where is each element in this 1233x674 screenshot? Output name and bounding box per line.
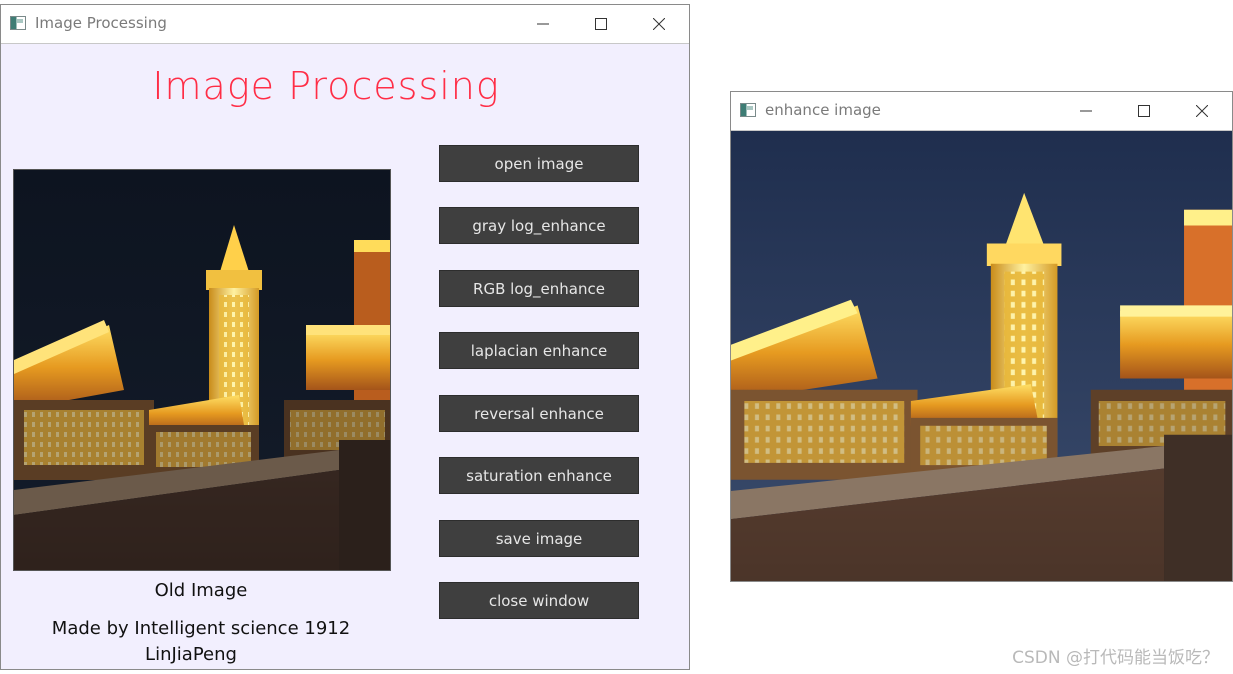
old-image (13, 169, 391, 571)
close-window-button[interactable]: close window (439, 582, 639, 619)
gray-log-enhance-button[interactable]: gray log_enhance (439, 207, 639, 244)
save-image-button[interactable]: save image (439, 520, 639, 557)
saturation-enhance-button[interactable]: saturation enhance (439, 457, 639, 494)
close-icon (1196, 105, 1208, 117)
maximize-icon (595, 18, 607, 30)
enhance-minimize-button[interactable] (1061, 92, 1111, 130)
credit-line-2: LinJiaPeng (145, 644, 237, 665)
enhance-image-photo (731, 131, 1232, 581)
main-window: Image Processing Image Processing Old Im… (0, 4, 690, 670)
page-title: Image Processing (152, 64, 500, 108)
app-window-icon (10, 16, 26, 30)
enhance-maximize-button[interactable] (1119, 92, 1169, 130)
minimize-icon (1080, 110, 1092, 112)
minimize-button[interactable] (518, 5, 568, 43)
reversal-enhance-button[interactable]: reversal enhance (439, 395, 639, 432)
enhance-window-titlebar[interactable]: enhance image (731, 92, 1232, 131)
open-image-button[interactable]: open image (439, 145, 639, 182)
enhance-close-button[interactable] (1177, 92, 1227, 130)
maximize-button[interactable] (576, 5, 626, 43)
enhance-window: enhance image (730, 91, 1233, 582)
laplacian-enhance-button[interactable]: laplacian enhance (439, 332, 639, 369)
minimize-icon (537, 23, 549, 25)
enhance-window-icon (740, 103, 756, 117)
rgb-log-enhance-button[interactable]: RGB log_enhance (439, 270, 639, 307)
credit-line-1: Made by Intelligent science 1912 (51, 618, 351, 639)
main-window-titlebar[interactable]: Image Processing (1, 5, 689, 44)
old-image-photo (14, 170, 390, 570)
enhance-window-title: enhance image (765, 101, 881, 119)
close-button[interactable] (634, 5, 684, 43)
main-window-title: Image Processing (35, 14, 167, 32)
enhance-image (731, 131, 1232, 581)
main-window-client: Image Processing Old Image Made by Intel… (1, 44, 689, 669)
watermark: CSDN @打代码能当饭吃？ (1012, 648, 1219, 668)
maximize-icon (1138, 105, 1150, 117)
old-image-caption: Old Image (154, 580, 248, 601)
close-icon (653, 18, 665, 30)
